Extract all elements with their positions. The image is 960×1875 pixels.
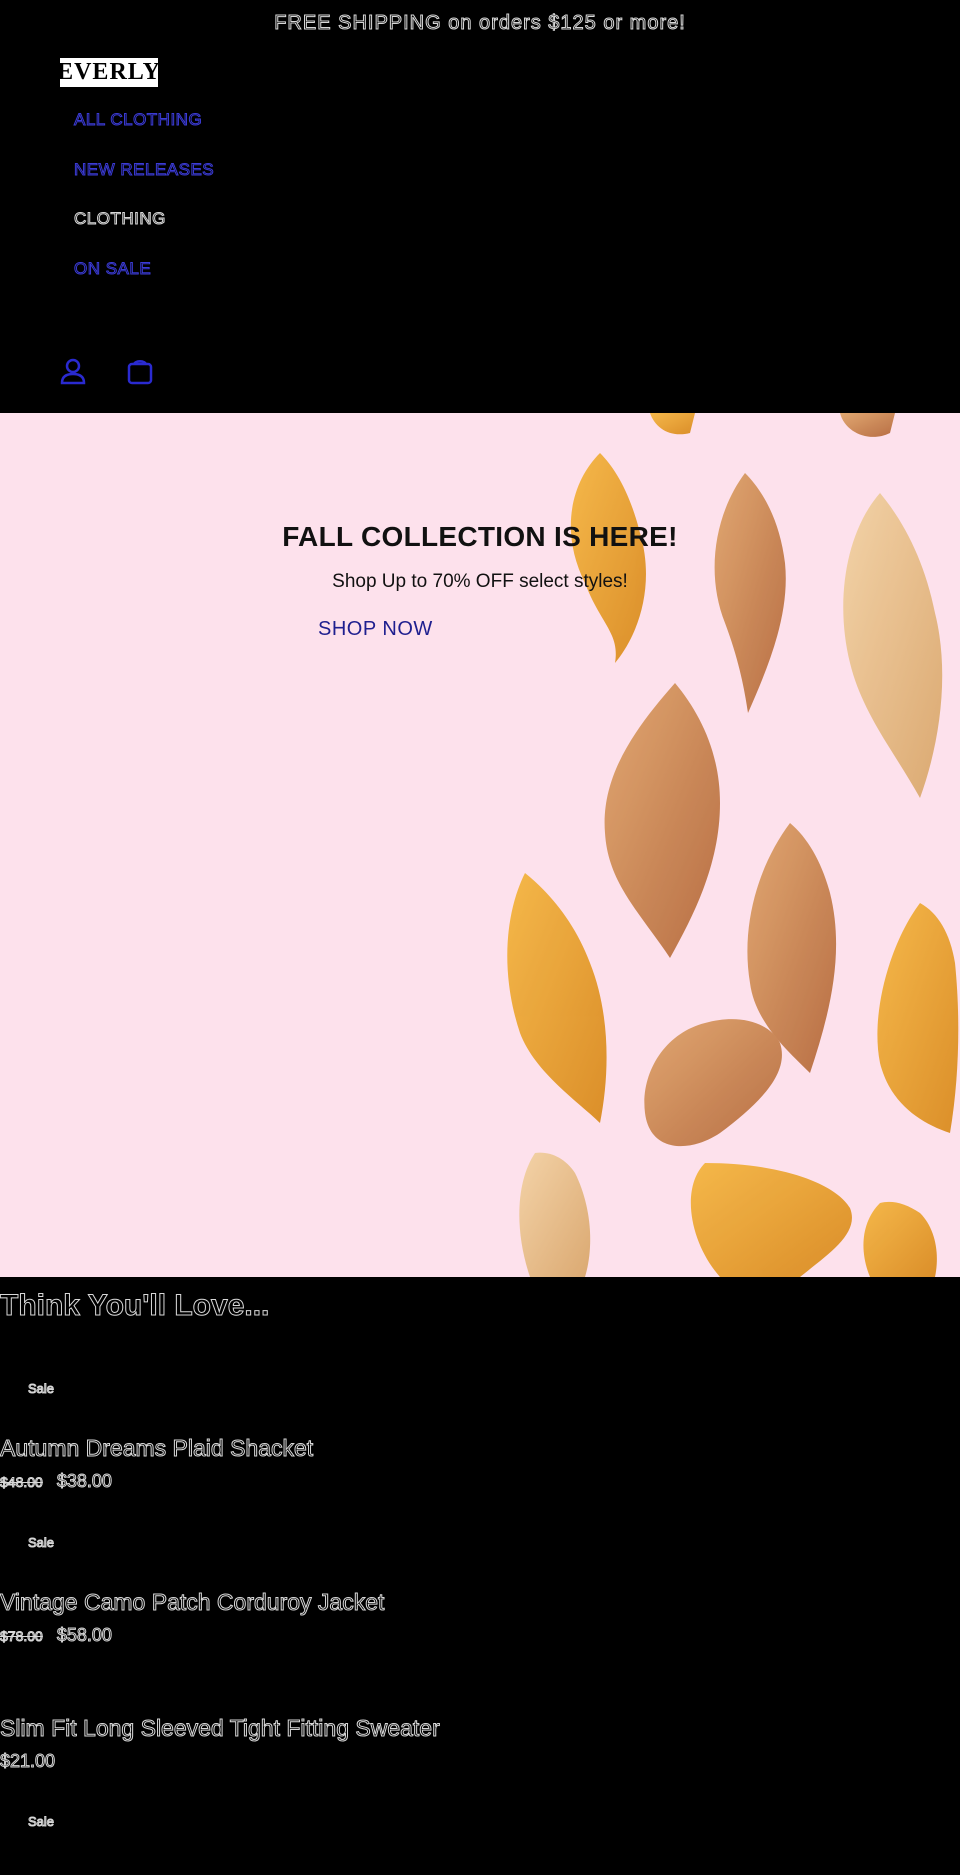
sale-badge: Sale <box>27 1814 55 1830</box>
price-row: $21.00 <box>0 1751 56 1772</box>
product-title[interactable]: Vintage Camo Patch Corduroy Jacket <box>0 1589 385 1616</box>
product-title[interactable]: Autumn Dreams Plaid Shacket <box>0 1435 314 1462</box>
collection-title: Think You'll Love... <box>0 1289 270 1323</box>
sale-badge: Sale <box>27 1381 55 1397</box>
brand-logo[interactable]: EVERLY <box>57 58 160 87</box>
product-title[interactable]: Slim Fit Long Sleeved Tight Fitting Swea… <box>0 1715 440 1742</box>
compare-price: $48.00 <box>0 1474 43 1491</box>
hero-subtitle: Shop Up to 70% OFF select styles! <box>332 571 628 592</box>
shop-now-button[interactable]: SHOP NOW <box>318 618 433 641</box>
sale-price: $58.00 <box>56 1625 112 1646</box>
cart-icon[interactable] <box>125 356 155 386</box>
account-icon[interactable] <box>58 356 88 386</box>
hero-title: FALL COLLECTION IS HERE! <box>282 521 678 552</box>
announcement-bar: FREE SHIPPING on orders $125 or more! <box>274 11 686 34</box>
nav-on-sale[interactable]: ON SALE <box>73 258 214 309</box>
price-row: $78.00 $58.00 <box>0 1625 112 1646</box>
hero-banner: FALL COLLECTION IS HERE! Shop Up to 70% … <box>0 413 960 1277</box>
regular-price: $21.00 <box>0 1751 56 1772</box>
sale-price: $38.00 <box>56 1471 112 1492</box>
nav-new-releases[interactable]: NEW RELEASES <box>73 159 214 210</box>
price-row: $48.00 $38.00 <box>0 1471 112 1492</box>
nav-clothing[interactable]: CLOTHING <box>73 209 214 259</box>
site-header: EVERLY ALL CLOTHING NEW RELEASES CLOTHIN… <box>0 46 960 413</box>
nav-all-clothing[interactable]: ALL CLOTHING <box>73 110 214 160</box>
main-nav: ALL CLOTHING NEW RELEASES CLOTHING ON SA… <box>73 110 214 309</box>
sale-badge: Sale <box>27 1535 55 1551</box>
compare-price: $78.00 <box>0 1628 43 1645</box>
